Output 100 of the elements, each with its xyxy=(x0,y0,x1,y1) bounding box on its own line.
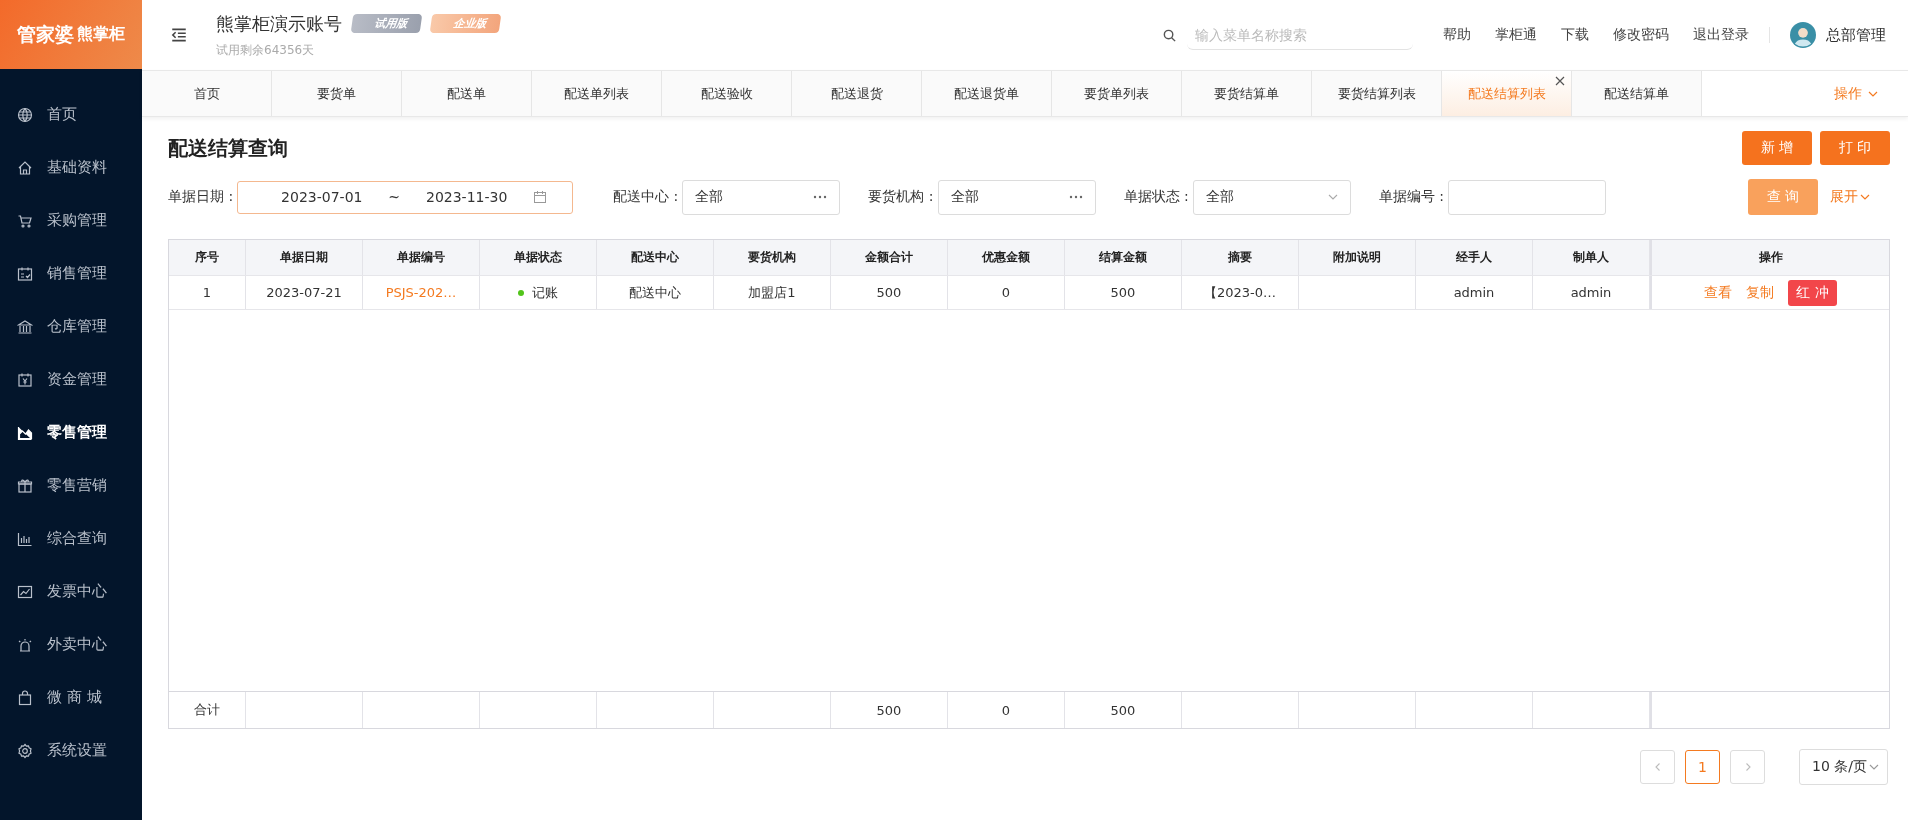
date-range-field[interactable]: 2023-07-01 ~ 2023-11-30 xyxy=(237,180,574,214)
calendar-icon xyxy=(17,265,33,282)
tab[interactable]: 配送验收 xyxy=(662,71,792,116)
table-cell: 加盟店1 xyxy=(714,276,831,309)
cart-icon xyxy=(17,212,33,229)
total-cell: 合计 xyxy=(169,692,246,728)
edition-badge: 企业版 xyxy=(429,14,502,33)
column-header: 结算金额 xyxy=(1065,240,1182,275)
filter-label: 单据编号 : xyxy=(1378,188,1444,206)
filter-label: 单据日期 : xyxy=(168,188,234,206)
globe-icon xyxy=(17,106,33,123)
home-icon xyxy=(17,159,33,176)
sidebar-item[interactable]: 综合查询 xyxy=(0,512,142,565)
column-header: 附加说明 xyxy=(1299,240,1416,275)
sidebar-item[interactable]: 资金管理 xyxy=(0,353,142,406)
avatar-icon[interactable] xyxy=(1790,22,1816,48)
reverse-button[interactable]: 红 冲 xyxy=(1788,279,1837,306)
gear-icon xyxy=(17,742,33,759)
column-header: 摘要 xyxy=(1182,240,1299,275)
tab[interactable]: 要货结算单 xyxy=(1182,71,1312,116)
column-header: 操作 xyxy=(1650,240,1889,275)
sidebar-item[interactable]: 销售管理 xyxy=(0,247,142,300)
column-header: 单据编号 xyxy=(363,240,480,275)
header-link[interactable]: 退出登录 xyxy=(1693,26,1749,44)
menu-icon[interactable] xyxy=(170,26,188,44)
table-cell: 配送中心 xyxy=(597,276,714,309)
column-header: 优惠金额 xyxy=(948,240,1065,275)
table-cell: 2023-07-21 xyxy=(246,276,363,309)
table-cell: admin xyxy=(1416,276,1533,309)
tab[interactable]: 配送结算单 xyxy=(1572,71,1702,116)
column-header: 序号 xyxy=(169,240,246,275)
picker-field[interactable]: 全部 xyxy=(937,179,1096,215)
bars-icon xyxy=(17,530,33,547)
account-name: 熊掌柜演示账号 xyxy=(216,11,342,36)
tab[interactable]: 配送退货单 xyxy=(922,71,1052,116)
sidebar-item[interactable]: 采购管理 xyxy=(0,194,142,247)
sidebar-item[interactable]: 零售营销 xyxy=(0,459,142,512)
page-size-text: 10 条/页 xyxy=(1812,758,1867,776)
filter-label: 要货机构 : xyxy=(868,188,934,206)
sidebar-item[interactable]: 零售管理 xyxy=(0,406,142,459)
table-cell: admin xyxy=(1533,276,1650,309)
tab[interactable]: 配送退货 xyxy=(792,71,922,116)
alarm-icon xyxy=(17,636,33,653)
yen-icon xyxy=(17,371,33,388)
total-cell: 500 xyxy=(1065,692,1182,728)
edition-badge: 试用版 xyxy=(350,14,423,33)
column-header: 单据日期 xyxy=(246,240,363,275)
caret-icon xyxy=(1327,192,1338,202)
header-link[interactable]: 掌柜通 xyxy=(1495,26,1537,44)
tab[interactable]: 首页 xyxy=(142,71,272,116)
caret-icon xyxy=(1860,192,1870,202)
sidebar-item[interactable]: 首页 xyxy=(0,88,142,141)
page-size-select[interactable]: 10 条/页 xyxy=(1799,749,1888,785)
tab[interactable]: 要货单 xyxy=(272,71,402,116)
logo-brand: 管家婆 xyxy=(17,21,74,47)
table-cell: 【2023-0… xyxy=(1182,276,1299,309)
table-cell: 500 xyxy=(831,276,948,309)
trial-note: 试用剩余64356天 xyxy=(216,41,316,59)
header-link[interactable]: 修改密码 xyxy=(1613,26,1669,44)
logo-product: 熊掌柜 xyxy=(77,24,125,45)
tab[interactable]: 要货结算列表 xyxy=(1312,71,1442,116)
sidebar-item[interactable]: 发票中心 xyxy=(0,565,142,618)
caret-icon xyxy=(1869,762,1879,772)
sidebar-item[interactable]: 微 商 城 xyxy=(0,671,142,724)
table-cell: 0 xyxy=(948,276,1065,309)
column-header: 制单人 xyxy=(1533,240,1650,275)
sidebar-item[interactable]: 仓库管理 xyxy=(0,300,142,353)
header-link[interactable]: 下载 xyxy=(1561,26,1589,44)
column-header: 单据状态 xyxy=(480,240,597,275)
sidebar-item[interactable]: 系统设置 xyxy=(0,724,142,777)
bank-icon xyxy=(17,318,33,335)
tab[interactable]: 要货单列表 xyxy=(1052,71,1182,116)
tab[interactable]: 配送单 xyxy=(402,71,532,116)
page-title: 配送结算查询 xyxy=(168,134,288,162)
input-field[interactable] xyxy=(1447,179,1606,215)
table-cell: 500 xyxy=(1065,276,1182,309)
status-text: 记账 xyxy=(532,283,558,302)
sidebar-item[interactable]: 基础资料 xyxy=(0,141,142,194)
close-icon[interactable] xyxy=(1555,76,1565,86)
more-icon xyxy=(1068,195,1083,199)
calendar-icon xyxy=(533,190,548,204)
column-header: 金额合计 xyxy=(831,240,948,275)
total-cell: 0 xyxy=(948,692,1065,728)
column-header: 配送中心 xyxy=(597,240,714,275)
total-cell: 500 xyxy=(831,692,948,728)
more-icon xyxy=(813,195,828,199)
table-cell: 1 xyxy=(169,276,246,309)
picker-field[interactable]: 全部 xyxy=(682,179,841,215)
select-field[interactable]: 全部 xyxy=(1192,179,1351,215)
bag-icon xyxy=(17,689,33,706)
tab[interactable]: 配送单列表 xyxy=(532,71,662,116)
user-name[interactable]: 总部管理 xyxy=(1826,25,1886,45)
search-icon xyxy=(1162,27,1177,43)
filter-label: 单据状态 : xyxy=(1123,188,1189,206)
gift-icon xyxy=(17,477,33,494)
column-header: 经手人 xyxy=(1416,240,1533,275)
sidebar-item[interactable]: 外卖中心 xyxy=(0,618,142,671)
header-link[interactable]: 帮助 xyxy=(1443,26,1471,44)
area-icon xyxy=(17,424,33,441)
column-header: 要货机构 xyxy=(714,240,831,275)
